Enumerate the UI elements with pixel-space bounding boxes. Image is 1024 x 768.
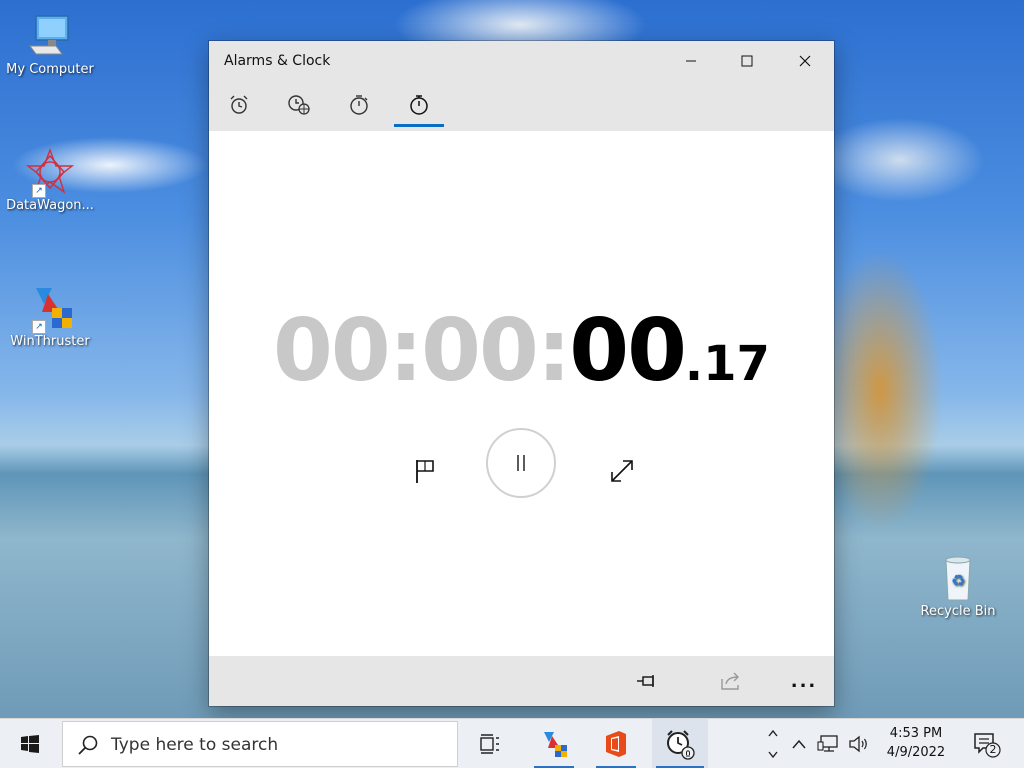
office-app-icon bbox=[606, 731, 626, 757]
search-placeholder: Type here to search bbox=[111, 735, 279, 755]
expand-icon bbox=[611, 460, 633, 482]
tab-bar bbox=[209, 85, 834, 131]
winthruster-icon: ↗ bbox=[26, 284, 74, 334]
show-hidden-icons-button[interactable] bbox=[788, 719, 810, 768]
chevron-up-icon bbox=[792, 739, 806, 749]
centiseconds-value: .17 bbox=[684, 336, 770, 392]
stopwatch-icon bbox=[410, 95, 428, 115]
maximize-button[interactable] bbox=[724, 41, 770, 81]
desktop-icon-winthruster[interactable]: ↗ WinThruster bbox=[2, 284, 98, 349]
speaker-icon bbox=[849, 735, 867, 753]
network-icon bbox=[817, 735, 838, 752]
alarm-clock-icon bbox=[230, 95, 248, 114]
window-title: Alarms & Clock bbox=[224, 53, 331, 69]
share-button[interactable] bbox=[711, 664, 751, 698]
desktop-icon-label: DataWagon... bbox=[6, 198, 94, 213]
desktop-icon-my-computer[interactable]: My Computer bbox=[2, 12, 98, 77]
taskbar-app-office[interactable] bbox=[592, 719, 640, 768]
windows-logo-icon bbox=[21, 735, 39, 753]
minutes-value: 00 bbox=[421, 301, 539, 401]
desktop-icon-label: Recycle Bin bbox=[920, 604, 996, 619]
tab-world-clock[interactable] bbox=[274, 85, 324, 125]
close-icon bbox=[799, 55, 811, 67]
notification-count: 2 bbox=[989, 743, 997, 756]
start-button[interactable] bbox=[0, 719, 60, 768]
desktop-icon-datawagon[interactable]: ↗ DataWagon... bbox=[2, 148, 98, 213]
svg-text:♻: ♻ bbox=[951, 571, 965, 590]
desktop-icon-label: WinThruster bbox=[10, 334, 90, 349]
expand-button[interactable] bbox=[602, 451, 642, 491]
tab-alarm[interactable] bbox=[214, 85, 264, 125]
winthruster-app-icon bbox=[544, 732, 567, 757]
datawagon-icon: ↗ bbox=[25, 148, 75, 198]
task-view-button[interactable] bbox=[468, 719, 512, 768]
pause-button[interactable] bbox=[486, 428, 556, 498]
timer-icon bbox=[350, 95, 368, 115]
desktop-icon-label: My Computer bbox=[6, 62, 94, 77]
search-box[interactable]: Type here to search bbox=[62, 721, 458, 767]
lap-button[interactable] bbox=[405, 451, 445, 491]
tab-stopwatch[interactable] bbox=[394, 85, 444, 127]
pin-icon bbox=[637, 675, 654, 687]
time-separator: : bbox=[388, 301, 423, 401]
more-options-button[interactable]: ... bbox=[784, 664, 824, 698]
taskbar-app-alarms-clock[interactable] bbox=[652, 719, 708, 768]
tab-timer[interactable] bbox=[334, 85, 384, 125]
minimize-button[interactable] bbox=[668, 41, 714, 81]
close-button[interactable] bbox=[782, 41, 828, 81]
task-view-icon bbox=[480, 734, 499, 754]
computer-icon bbox=[26, 12, 74, 60]
pin-button[interactable] bbox=[627, 664, 667, 698]
recycle-bin-icon: ♻ bbox=[934, 554, 982, 602]
taskbar: Type here to search 4:53 PM 4/9/2022 2 bbox=[0, 718, 1024, 768]
taskbar-scroll-buttons[interactable] bbox=[762, 719, 784, 768]
desktop-icon-recycle-bin[interactable]: ♻ Recycle Bin bbox=[910, 554, 1006, 619]
chevron-up-down-icon bbox=[768, 729, 778, 759]
bottom-command-bar: ... bbox=[209, 656, 834, 706]
time-separator: : bbox=[536, 301, 571, 401]
alarms-clock-app-icon bbox=[667, 730, 695, 760]
world-clock-icon bbox=[288, 95, 310, 115]
share-icon bbox=[721, 672, 739, 690]
volume-button[interactable] bbox=[846, 719, 872, 768]
hours-value: 00 bbox=[273, 301, 391, 401]
network-button[interactable] bbox=[814, 719, 842, 768]
title-bar[interactable]: Alarms & Clock bbox=[209, 41, 834, 85]
taskbar-app-winthruster[interactable] bbox=[530, 719, 578, 768]
search-icon bbox=[78, 735, 98, 755]
taskbar-clock[interactable]: 4:53 PM 4/9/2022 bbox=[876, 724, 956, 762]
flag-icon bbox=[416, 460, 434, 483]
clock-date: 4/9/2022 bbox=[886, 745, 946, 760]
action-center-button[interactable]: 2 bbox=[966, 719, 1006, 768]
clock-time: 4:53 PM bbox=[889, 726, 943, 741]
alarms-clock-window: Alarms & Clock 00:00:00.17 ... bbox=[209, 41, 834, 706]
maximize-icon bbox=[741, 55, 753, 67]
stopwatch-display: 00:00:00.17 bbox=[209, 301, 834, 401]
shortcut-arrow-icon: ↗ bbox=[32, 320, 46, 334]
minimize-icon bbox=[686, 60, 696, 62]
pause-icon bbox=[517, 455, 525, 471]
seconds-value: 00 bbox=[569, 301, 687, 401]
stopwatch-panel: 00:00:00.17 bbox=[209, 131, 834, 656]
more-icon: ... bbox=[790, 670, 818, 692]
shortcut-arrow-icon: ↗ bbox=[32, 184, 46, 198]
